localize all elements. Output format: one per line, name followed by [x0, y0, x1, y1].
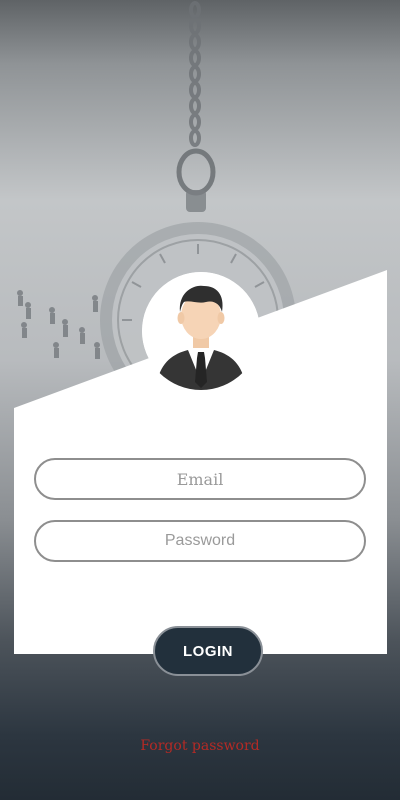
login-screen: LOGIN Forgot password — [0, 0, 400, 800]
businessman-avatar-icon — [142, 272, 260, 390]
email-field[interactable] — [34, 458, 366, 500]
password-input[interactable] — [50, 531, 350, 551]
login-card-background — [14, 270, 387, 654]
login-button[interactable]: LOGIN — [153, 626, 263, 676]
email-input[interactable] — [50, 468, 350, 490]
forgot-password-link[interactable]: Forgot password — [0, 738, 400, 754]
password-field[interactable] — [34, 520, 366, 562]
